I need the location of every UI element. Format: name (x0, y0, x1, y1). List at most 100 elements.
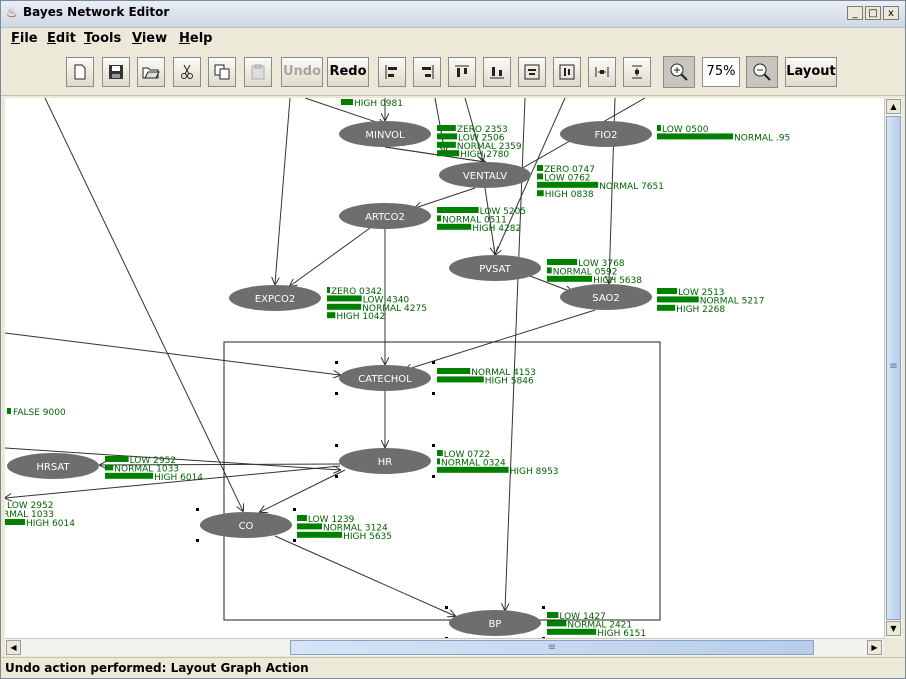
menu-view[interactable]: View (132, 31, 167, 46)
probability-bar (537, 173, 544, 180)
graph-edge (275, 98, 291, 284)
probability-bar (5, 519, 25, 525)
node-ventalv[interactable]: VENTALV (439, 162, 531, 188)
selection-handle[interactable] (293, 508, 296, 511)
selection-handle[interactable] (335, 475, 338, 478)
network-graph[interactable]: MINVOL FIO2 VENTALV ARTCO2 PVSAT EXPCO2 SAO2 CA… (5, 98, 884, 638)
undo-button[interactable]: Undo (281, 57, 323, 87)
selection-handle[interactable] (542, 606, 545, 609)
state-label: HIGH 5638 (593, 276, 642, 286)
selection-handle[interactable] (293, 539, 296, 542)
node-minvol[interactable]: MINVOL (339, 121, 431, 147)
node-pvsat[interactable]: PVSAT (449, 255, 541, 281)
cut-button[interactable] (173, 57, 201, 87)
center-horizontal-button[interactable] (518, 57, 546, 87)
node-artco2[interactable]: ARTCO2 (339, 203, 431, 229)
probability-bar (327, 287, 330, 293)
probability-bar (341, 99, 353, 105)
state-label: HIGH 8953 (510, 467, 559, 477)
redo-button[interactable]: Redo (327, 57, 369, 87)
open-button[interactable] (137, 57, 165, 87)
node-label: HR (378, 457, 393, 468)
zoom-in-button[interactable] (663, 56, 695, 88)
menu-tools[interactable]: Tools (84, 31, 121, 46)
save-icon (109, 65, 123, 79)
probability-bar (657, 125, 661, 131)
zoom-out-button[interactable] (746, 56, 778, 88)
space-horizontal-button[interactable] (588, 57, 616, 87)
zoom-in-icon (670, 63, 688, 81)
scroll-up-button[interactable]: ▲ (886, 99, 901, 114)
layout-button[interactable]: Layout (785, 57, 837, 87)
graph-edge (5, 332, 340, 375)
probability-bar (327, 303, 362, 310)
align-top-button[interactable] (448, 57, 476, 87)
horizontal-scrollbar[interactable]: ◀ ≡ ▶ (5, 638, 884, 656)
align-right-icon (422, 65, 434, 79)
align-left-button[interactable] (378, 57, 406, 87)
node-ventalv-distribution: ZERO 0747LOW 0762NORMAL 7651HIGH 0838 (537, 165, 664, 200)
node-catechol[interactable]: CATECHOL (339, 365, 431, 391)
vertical-scrollbar[interactable]: ▲ ≡ ▼ (884, 98, 902, 638)
node-hrsat[interactable]: HRSAT (7, 453, 99, 479)
paste-button[interactable] (244, 57, 272, 87)
selection-handle[interactable] (335, 361, 338, 364)
selection-handle[interactable] (432, 361, 435, 364)
new-button[interactable] (66, 57, 94, 87)
title-bar[interactable]: ♨ Bayes Network Editor _ □ x (1, 1, 905, 28)
save-button[interactable] (102, 57, 130, 87)
node-fio2[interactable]: FIO2 (560, 121, 652, 147)
status-message: Undo action performed: Layout Graph Acti… (5, 661, 309, 675)
selection-handle[interactable] (432, 392, 435, 395)
scroll-right-button[interactable]: ▶ (867, 640, 882, 655)
node-label: HRSAT (36, 462, 70, 473)
probability-bar (437, 450, 443, 456)
graph-edge (274, 535, 455, 616)
graph-canvas[interactable]: MINVOL FIO2 VENTALV ARTCO2 PVSAT EXPCO2 SAO2 CA… (5, 98, 884, 638)
space-vertical-button[interactable] (623, 57, 651, 87)
selection-handle[interactable] (432, 444, 435, 447)
java-coffee-icon: ♨ (6, 6, 18, 21)
graph-edge (44, 98, 243, 511)
node-expco2[interactable]: EXPCO2 (229, 285, 321, 311)
menu-file[interactable]: File (11, 31, 38, 46)
horizontal-scroll-thumb[interactable]: ≡ (290, 640, 814, 655)
copy-button[interactable] (208, 57, 236, 87)
selection-handle[interactable] (196, 539, 199, 542)
menu-help[interactable]: Help (179, 31, 212, 46)
close-button[interactable]: x (883, 6, 899, 20)
center-vertical-button[interactable] (553, 57, 581, 87)
align-bottom-button[interactable] (483, 57, 511, 87)
align-right-button[interactable] (413, 57, 441, 87)
selection-handle[interactable] (445, 606, 448, 609)
selection-handle[interactable] (335, 392, 338, 395)
menu-edit[interactable]: Edit (47, 31, 76, 46)
selection-handle[interactable] (196, 508, 199, 511)
maximize-button[interactable]: □ (865, 6, 881, 20)
selection-handle[interactable] (432, 475, 435, 478)
space-vertical-icon (632, 65, 642, 79)
node-hr-distribution: LOW 0722NORMAL 0324HIGH 8953 (437, 450, 559, 477)
scroll-left-button[interactable]: ◀ (6, 640, 21, 655)
state-label: NORMAL .95 (734, 133, 790, 143)
node-co[interactable]: CO (200, 512, 292, 538)
probability-bar (437, 466, 509, 473)
scroll-down-button[interactable]: ▼ (886, 621, 901, 636)
node-hr[interactable]: HR (339, 448, 431, 474)
minimize-button[interactable]: _ (847, 6, 863, 20)
vertical-scroll-thumb[interactable]: ≡ (886, 116, 901, 620)
new-file-icon (74, 64, 86, 80)
node-bp[interactable]: BP (449, 610, 541, 636)
state-label: HIGH 0981 (354, 99, 403, 109)
selection-handle[interactable] (335, 444, 338, 447)
menu-bar: File Edit Tools View Help (1, 28, 905, 50)
probability-bar (105, 472, 154, 479)
align-bottom-icon (490, 67, 504, 79)
probability-bar (537, 165, 543, 171)
node-label: FIO2 (595, 130, 618, 141)
probability-bar (547, 267, 552, 274)
copy-icon (214, 64, 230, 80)
node-label: MINVOL (365, 130, 405, 141)
node-sao2[interactable]: SAO2 (560, 284, 652, 310)
toolbar: Undo Redo 75% Layout (1, 51, 905, 96)
